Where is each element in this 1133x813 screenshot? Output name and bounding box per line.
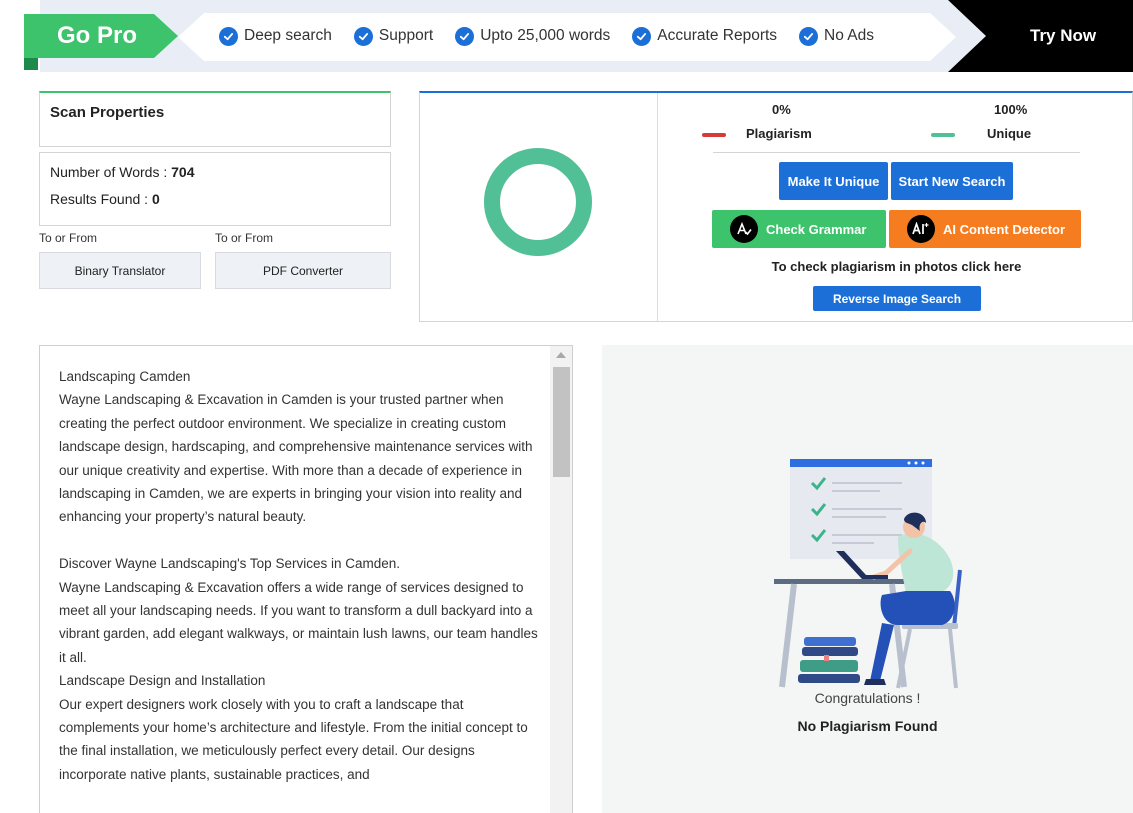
person-legs [880, 591, 955, 625]
plagiarism-legend-swatch [702, 133, 726, 137]
results-count: Results Found : 0 [50, 191, 160, 207]
editor-paragraph: Landscape Design and Installation [59, 673, 266, 689]
feature-item: Support [353, 26, 434, 46]
desk-top [774, 579, 912, 584]
feature-item: Upto 25,000 words [455, 26, 611, 46]
editor-paragraph: Wayne Landscaping & Excavation offers a … [59, 579, 538, 665]
reverse-image-search-button[interactable]: Reverse Image Search [813, 286, 981, 311]
ai-content-detector-label: AI Content Detector [943, 221, 1066, 237]
editor-blank-line [59, 529, 539, 552]
uniqueness-donut-chart [484, 148, 592, 256]
word-count-value: 704 [171, 164, 195, 180]
check-circle-icon [632, 26, 652, 46]
check-circle-icon [799, 26, 819, 46]
chair-leg [948, 628, 958, 689]
stats-separator [713, 152, 1080, 153]
text-editor[interactable]: Landscaping Camden Wayne Landscaping & E… [39, 345, 573, 813]
person-shoe [864, 679, 886, 685]
start-new-search-button[interactable]: Start New Search [891, 162, 1013, 200]
scroll-up-arrow-icon[interactable] [556, 352, 566, 358]
go-pro-badge[interactable]: Go Pro [24, 14, 178, 58]
book-icon [800, 660, 858, 672]
results-count-value: 0 [151, 191, 160, 207]
editor-paragraph: Landscaping Camden [59, 369, 191, 384]
congratulations-text: Congratulations ! [814, 690, 921, 706]
feature-label: Upto 25,000 words [480, 27, 611, 44]
editor-paragraph: Our expert designers work closely with y… [59, 696, 528, 782]
chair-back [952, 569, 962, 628]
feature-label: Support [378, 27, 434, 44]
editor-paragraph: Wayne Landscaping & Excavation in Camden… [59, 392, 533, 525]
scan-properties-title: Scan Properties [50, 104, 165, 121]
no-plagiarism-message: No Plagiarism Found [797, 718, 938, 734]
unique-legend-swatch [931, 133, 955, 137]
bookmark-icon [824, 655, 829, 661]
window-dot [907, 461, 911, 465]
photo-plagiarism-note: To check plagiarism in photos click here [771, 259, 1022, 274]
book-icon [798, 674, 860, 683]
check-grammar-button[interactable]: Check Grammar [712, 210, 886, 248]
scan-properties-header: Scan Properties [39, 91, 391, 147]
book-icon [802, 647, 858, 656]
donut-unique-arc [484, 148, 592, 256]
results-divider [657, 93, 658, 321]
pdf-converter-button[interactable]: PDF Converter [215, 252, 391, 289]
feature-item: Deep search [219, 26, 332, 46]
plagiarism-label: Plagiarism [746, 126, 812, 141]
window-dot [914, 461, 918, 465]
check-circle-icon [455, 26, 475, 46]
grammar-icon [730, 215, 758, 243]
scan-stats: Number of Words : 704 Results Found : 0 [39, 152, 391, 226]
person-shin [870, 623, 894, 681]
word-count: Number of Words : 704 [50, 164, 195, 180]
promo-feature-list: Deep search Support Upto 25,000 words Ac… [219, 25, 896, 47]
plagiarism-percent: 0% [772, 102, 791, 117]
check-grammar-label: Check Grammar [766, 221, 867, 237]
desk-leg [779, 583, 797, 688]
make-it-unique-button[interactable]: Make It Unique [779, 162, 888, 200]
binary-translator-button[interactable]: Binary Translator [39, 252, 201, 289]
feature-label: Accurate Reports [657, 27, 778, 44]
editor-paragraph: Discover Wayne Landscaping's Top Service… [59, 556, 400, 572]
feature-item: No Ads [799, 26, 875, 46]
check-circle-icon [353, 26, 373, 46]
feature-label: Deep search [244, 27, 332, 44]
ai-content-detector-button[interactable]: AI Content Detector [889, 210, 1081, 248]
unique-percent: 100% [994, 102, 1028, 117]
check-circle-icon [219, 26, 238, 46]
editor-content[interactable]: Landscaping Camden Wayne Landscaping & E… [59, 365, 539, 786]
window-titlebar [790, 459, 932, 467]
go-pro-ribbon-fold [24, 56, 38, 70]
book-icon [804, 637, 856, 646]
feature-item: Accurate Reports [632, 26, 778, 46]
tool-label: To or From [39, 231, 98, 245]
unique-label: Unique [987, 126, 1032, 141]
person-laptop-illustration [774, 459, 962, 689]
window-dot [921, 461, 925, 465]
ai-icon [907, 215, 935, 243]
scrollbar-thumb[interactable] [553, 367, 570, 477]
tool-label: To or From [215, 231, 274, 245]
feature-label: No Ads [824, 27, 875, 44]
person-torso [898, 533, 954, 593]
